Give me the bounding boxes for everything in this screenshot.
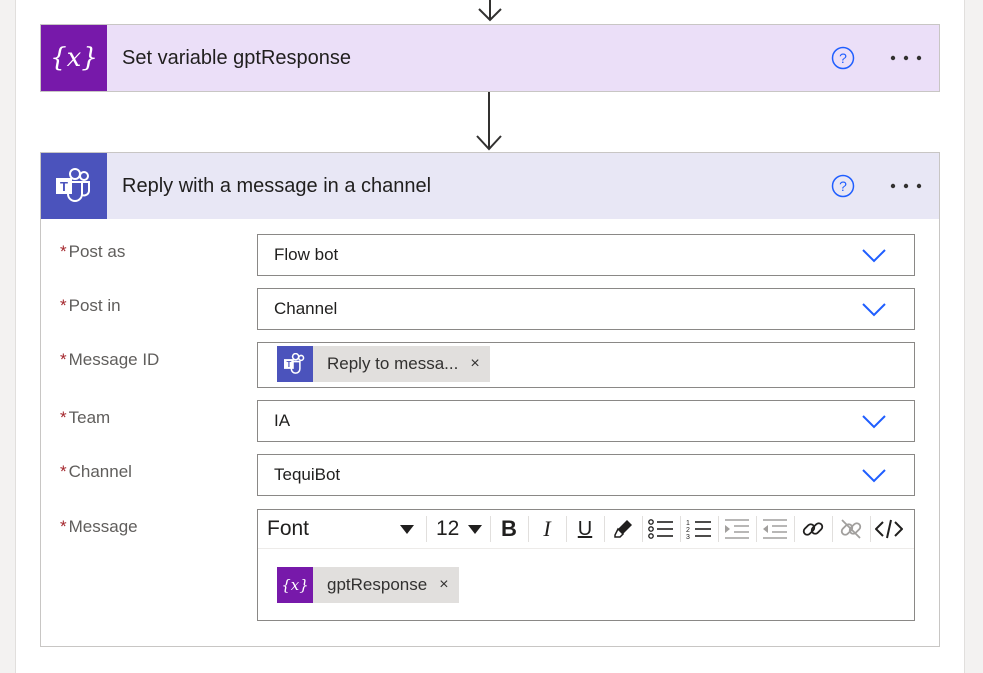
- chevron-down-icon[interactable]: [862, 249, 886, 263]
- toolbar-divider: [642, 516, 643, 542]
- toolbar-divider: [566, 516, 567, 542]
- team-label: * Team: [60, 408, 111, 427]
- channel-value: TequiBot: [274, 465, 341, 484]
- numbered-list-icon: 1 2 3: [686, 520, 711, 540]
- gptresponse-token[interactable]: {x} gptResponse ×: [277, 567, 459, 603]
- message-id-token[interactable]: T Reply to messa... ×: [277, 346, 490, 382]
- message-id-label: * Message ID: [60, 350, 160, 369]
- reply-message-title[interactable]: Reply with a message in a channel: [122, 175, 939, 198]
- channel-field: * Channel TequiBot: [58, 454, 918, 496]
- svg-text:3: 3: [686, 534, 690, 540]
- remove-token-icon[interactable]: ×: [470, 355, 479, 373]
- toolbar-divider: [756, 516, 757, 542]
- numbered-list-button[interactable]: 1 2 3: [682, 510, 716, 548]
- flow-canvas: {x} Set variable gptResponse ? T Reply w…: [15, 0, 965, 673]
- help-icon[interactable]: ?: [831, 174, 855, 198]
- reply-message-card[interactable]: T Reply with a message in a channel ? * P…: [40, 152, 940, 647]
- link-icon: [802, 522, 824, 536]
- decrease-indent-icon: [725, 519, 749, 539]
- remove-token-icon[interactable]: ×: [439, 576, 448, 594]
- svg-text:2: 2: [686, 527, 690, 534]
- token-label: Reply to messa...: [327, 354, 459, 373]
- teams-icon: T: [41, 153, 107, 219]
- set-variable-title[interactable]: Set variable gptResponse: [122, 47, 939, 70]
- toolbar-divider: [426, 516, 427, 542]
- message-editor[interactable]: Font 12 B I U 1 2 3 {x} gptResponse ×: [257, 509, 915, 621]
- toolbar-divider: [604, 516, 605, 542]
- caret-down-icon: [468, 525, 482, 534]
- connector-arrow-middle: [476, 92, 502, 151]
- variable-icon: {x}: [277, 567, 313, 603]
- toolbar-divider: [718, 516, 719, 542]
- set-variable-card[interactable]: {x} Set variable gptResponse ?: [40, 24, 940, 92]
- bulleted-list-button[interactable]: [644, 510, 678, 548]
- team-dropdown[interactable]: IA: [257, 400, 915, 442]
- font-family-dropdown[interactable]: Font: [258, 510, 424, 548]
- post-in-label: * Post in: [60, 296, 121, 315]
- post-as-field: * Post as Flow bot: [58, 234, 918, 276]
- svg-text:?: ?: [839, 50, 847, 66]
- post-as-value: Flow bot: [274, 245, 339, 264]
- svg-text:1: 1: [686, 520, 690, 527]
- chevron-down-icon[interactable]: [862, 415, 886, 429]
- svg-text:?: ?: [839, 178, 847, 194]
- svg-text:T: T: [286, 360, 291, 369]
- toolbar-divider: [490, 516, 491, 542]
- chevron-down-icon[interactable]: [862, 469, 886, 483]
- post-as-dropdown[interactable]: Flow bot: [257, 234, 915, 276]
- italic-button[interactable]: I: [530, 510, 564, 548]
- font-size-dropdown[interactable]: 12: [430, 510, 488, 548]
- underline-button[interactable]: U: [568, 510, 602, 548]
- team-field: * Team IA: [58, 400, 918, 442]
- teams-icon: T: [277, 346, 313, 382]
- decrease-indent-button[interactable]: [720, 510, 754, 548]
- team-value: IA: [274, 411, 291, 430]
- caret-down-icon: [400, 525, 414, 534]
- toolbar-divider: [794, 516, 795, 542]
- rich-text-toolbar: Font 12 B I U 1 2 3: [258, 510, 914, 549]
- toolbar-divider: [832, 516, 833, 542]
- highlighter-icon: [614, 520, 632, 538]
- message-field: * Message Font 12 B I U 1 2 3 {x} gptRes…: [58, 509, 918, 621]
- bold-button[interactable]: B: [492, 510, 526, 548]
- toolbar-divider: [870, 516, 871, 542]
- unlink-icon: [840, 519, 862, 539]
- variable-icon: {x}: [41, 25, 107, 91]
- increase-indent-icon: [763, 519, 787, 539]
- toolbar-divider: [528, 516, 529, 542]
- channel-label: * Channel: [60, 462, 132, 481]
- post-in-dropdown[interactable]: Channel: [257, 288, 915, 330]
- post-in-field: * Post in Channel: [58, 288, 918, 330]
- chevron-down-icon[interactable]: [862, 303, 886, 317]
- channel-dropdown[interactable]: TequiBot: [257, 454, 915, 496]
- post-as-label: * Post as: [60, 242, 126, 261]
- connector-arrow-top: [478, 0, 502, 22]
- token-label: gptResponse: [327, 575, 428, 594]
- toolbar-divider: [680, 516, 681, 542]
- message-label: * Message: [60, 517, 138, 536]
- more-options-icon[interactable]: [889, 182, 923, 190]
- code-view-button[interactable]: [872, 510, 906, 548]
- svg-text:T: T: [60, 179, 68, 194]
- more-options-icon[interactable]: [889, 54, 923, 62]
- remove-link-button[interactable]: [834, 510, 868, 548]
- reply-message-header[interactable]: T Reply with a message in a channel ?: [41, 153, 939, 219]
- increase-indent-button[interactable]: [758, 510, 792, 548]
- set-variable-header[interactable]: {x} Set variable gptResponse ?: [41, 25, 939, 91]
- highlight-button[interactable]: [606, 510, 640, 548]
- help-icon[interactable]: ?: [831, 46, 855, 70]
- post-in-value: Channel: [274, 299, 338, 318]
- code-view-icon: [875, 519, 903, 539]
- bulleted-list-icon: [648, 519, 673, 539]
- message-id-field: * Message ID T Reply to messa... ×: [58, 342, 918, 388]
- message-id-input[interactable]: T Reply to messa... ×: [257, 342, 915, 388]
- insert-link-button[interactable]: [796, 510, 830, 548]
